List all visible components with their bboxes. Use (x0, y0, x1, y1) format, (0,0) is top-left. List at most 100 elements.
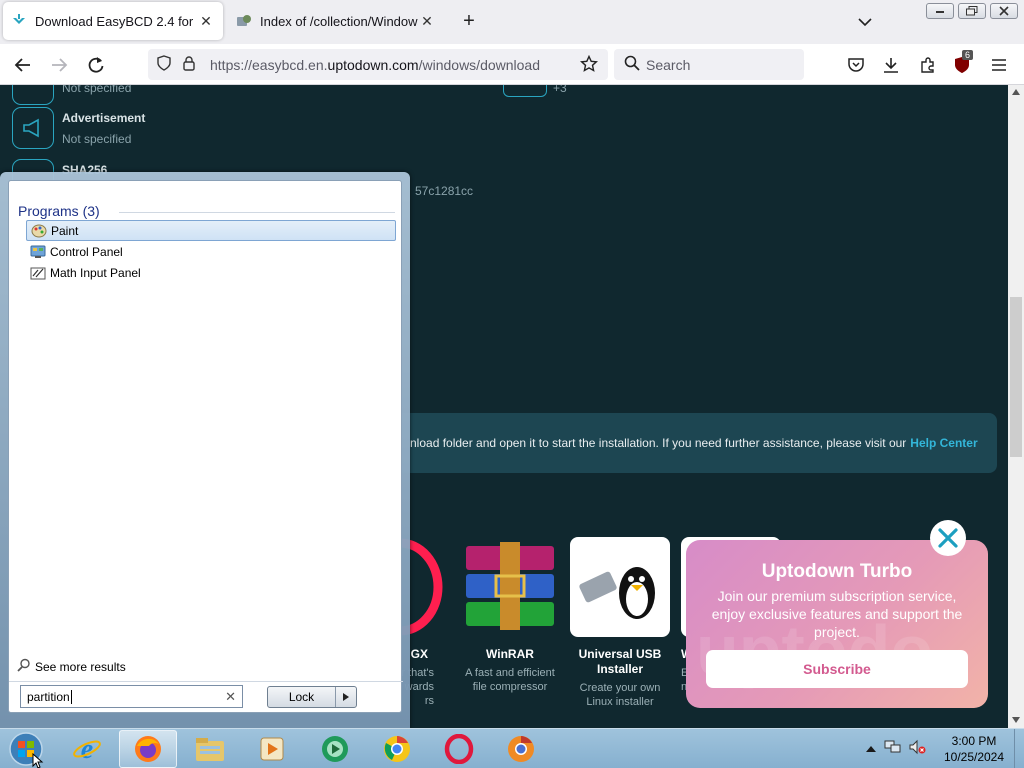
uptodown-turbo-popup: uptodo Uptodown Turbo Join our premium s… (686, 540, 988, 708)
hamburger-menu-icon (992, 59, 1006, 71)
app-name: Universal USB Installer (578, 647, 662, 676)
tab-title: Download EasyBCD 2.4 for Windows (35, 13, 197, 29)
url-host: uptodown.com (327, 56, 419, 73)
uptodown-icon (11, 13, 27, 29)
chrome-orange-icon (508, 736, 534, 762)
turbo-title: Uptodown Turbo (761, 561, 913, 582)
volume-muted-icon[interactable] (908, 739, 926, 760)
app-card-winrar[interactable]: WinRAR A fast and efficient file compres… (460, 537, 560, 694)
help-banner: nload folder and open it to start the in… (340, 413, 997, 473)
minimize-icon (936, 11, 944, 13)
back-arrow-icon (14, 58, 30, 72)
forward-button[interactable] (46, 52, 72, 78)
start-result-paint[interactable]: Paint (26, 220, 396, 241)
taskbar-firefox[interactable] (119, 730, 177, 768)
app-description: Create your own Linux installer (579, 682, 661, 708)
opera-icon (444, 734, 474, 764)
search-bar[interactable]: Search (614, 49, 804, 80)
taskbar: e 3:00 PM 10/25/2024 (0, 728, 1024, 768)
lock-icon[interactable] (182, 55, 204, 74)
see-more-results-link[interactable]: See more results (17, 658, 126, 675)
address-bar[interactable]: https://easybcd.en.uptodown.com/windows/… (148, 49, 608, 80)
taskbar-chrome-orange[interactable] (492, 730, 550, 768)
url-prefix: https://easybcd.en. (210, 56, 328, 73)
power-options-arrow[interactable] (336, 687, 356, 707)
subscribe-button[interactable]: Subscribe (706, 650, 968, 688)
start-search-input[interactable]: partition ✕ (20, 685, 243, 708)
downloads-button[interactable] (878, 52, 904, 78)
magnifier-icon (17, 658, 31, 675)
new-tab-button[interactable]: + (458, 11, 480, 33)
divider (9, 681, 403, 682)
list-all-tabs-button[interactable] (855, 12, 875, 32)
bookmark-star-icon[interactable] (579, 54, 599, 76)
close-tab-icon[interactable]: ✕ (197, 12, 215, 30)
close-icon (999, 6, 1009, 16)
search-icon (624, 55, 640, 74)
extensions-button[interactable] (915, 52, 941, 78)
scroll-up-arrow-icon[interactable] (1012, 89, 1020, 95)
taskbar-app-globe[interactable] (306, 730, 364, 768)
menu-button[interactable] (986, 52, 1012, 78)
back-button[interactable] (10, 52, 36, 78)
paint-icon (31, 223, 47, 239)
network-icon[interactable] (884, 739, 902, 760)
vertical-scrollbar[interactable] (1008, 85, 1024, 728)
math-input-icon (30, 265, 46, 281)
turbo-description: Join our premium subscription service, e… (711, 588, 963, 640)
clear-search-icon[interactable]: ✕ (225, 689, 236, 705)
tab-bar: Download EasyBCD 2.4 for Windows ✕ Index… (0, 0, 1024, 44)
ublock-button[interactable]: 6 (950, 50, 976, 78)
results-group-heading[interactable]: Programs (3) (18, 203, 100, 219)
help-center-link[interactable]: Help Center (910, 436, 977, 450)
see-more-label: See more results (35, 659, 126, 674)
pocket-button[interactable] (843, 52, 869, 78)
pocket-icon (848, 58, 864, 72)
info-row-value: 57c1281cc (415, 184, 474, 198)
result-label: Paint (51, 223, 79, 238)
taskbar-file-explorer[interactable] (181, 730, 239, 768)
app-card-universal-usb-installer[interactable]: Universal USB Installer Create your own … (570, 537, 670, 709)
tab-index-collection[interactable]: Index of /collection/Windows 8 ✕ (228, 2, 444, 40)
mouse-cursor-icon (32, 753, 44, 768)
info-row-value: Not specified (62, 132, 132, 146)
url-text[interactable]: https://easybcd.en.uptodown.com/windows/… (210, 57, 540, 73)
clock[interactable]: 3:00 PM 10/25/2024 (938, 733, 1010, 765)
tab-title: Index of /collection/Windows 8 (260, 13, 418, 29)
clock-date: 10/25/2024 (943, 750, 1005, 764)
reload-button[interactable] (83, 52, 109, 78)
taskbar-chrome-yellow[interactable] (368, 730, 426, 768)
tab-easybcd[interactable]: Download EasyBCD 2.4 for Windows ✕ (3, 2, 223, 40)
scrollbar-thumb[interactable] (1010, 297, 1022, 457)
language-chip[interactable] (503, 85, 547, 97)
start-button[interactable] (6, 731, 46, 768)
clock-time: 3:00 PM (951, 734, 997, 748)
taskbar-opera[interactable] (430, 730, 488, 768)
restore-icon (966, 6, 978, 16)
close-window-button[interactable] (990, 3, 1018, 19)
lock-button[interactable]: Lock (268, 687, 336, 707)
text-caret (70, 689, 72, 704)
close-tab-icon[interactable]: ✕ (418, 12, 436, 30)
app-globe-icon (322, 736, 348, 762)
triangle-right-icon (343, 693, 349, 701)
firefox-icon (135, 736, 161, 762)
taskbar-internet-explorer[interactable]: e (58, 730, 116, 768)
close-popup-button[interactable] (930, 520, 966, 556)
show-desktop-button[interactable] (1014, 729, 1024, 768)
folder-globe-icon (236, 13, 252, 29)
extension-badge: 6 (962, 50, 974, 60)
more-languages-count[interactable]: +3 (553, 85, 567, 95)
chrome-yellow-icon (384, 736, 410, 762)
result-label: Math Input Panel (50, 265, 141, 280)
scroll-down-arrow-icon[interactable] (1012, 717, 1020, 723)
restore-button[interactable] (958, 3, 986, 19)
start-result-math-input-panel[interactable]: Math Input Panel (26, 262, 396, 283)
minimize-button[interactable] (926, 3, 954, 19)
show-hidden-icons-icon[interactable] (866, 740, 876, 758)
start-result-control-panel[interactable]: Control Panel (26, 241, 396, 262)
power-button-group: Lock (267, 686, 357, 708)
taskbar-media-player[interactable] (243, 730, 301, 768)
help-text: nload folder and open it to start the in… (410, 436, 907, 450)
tracking-shield-icon[interactable] (156, 55, 176, 74)
